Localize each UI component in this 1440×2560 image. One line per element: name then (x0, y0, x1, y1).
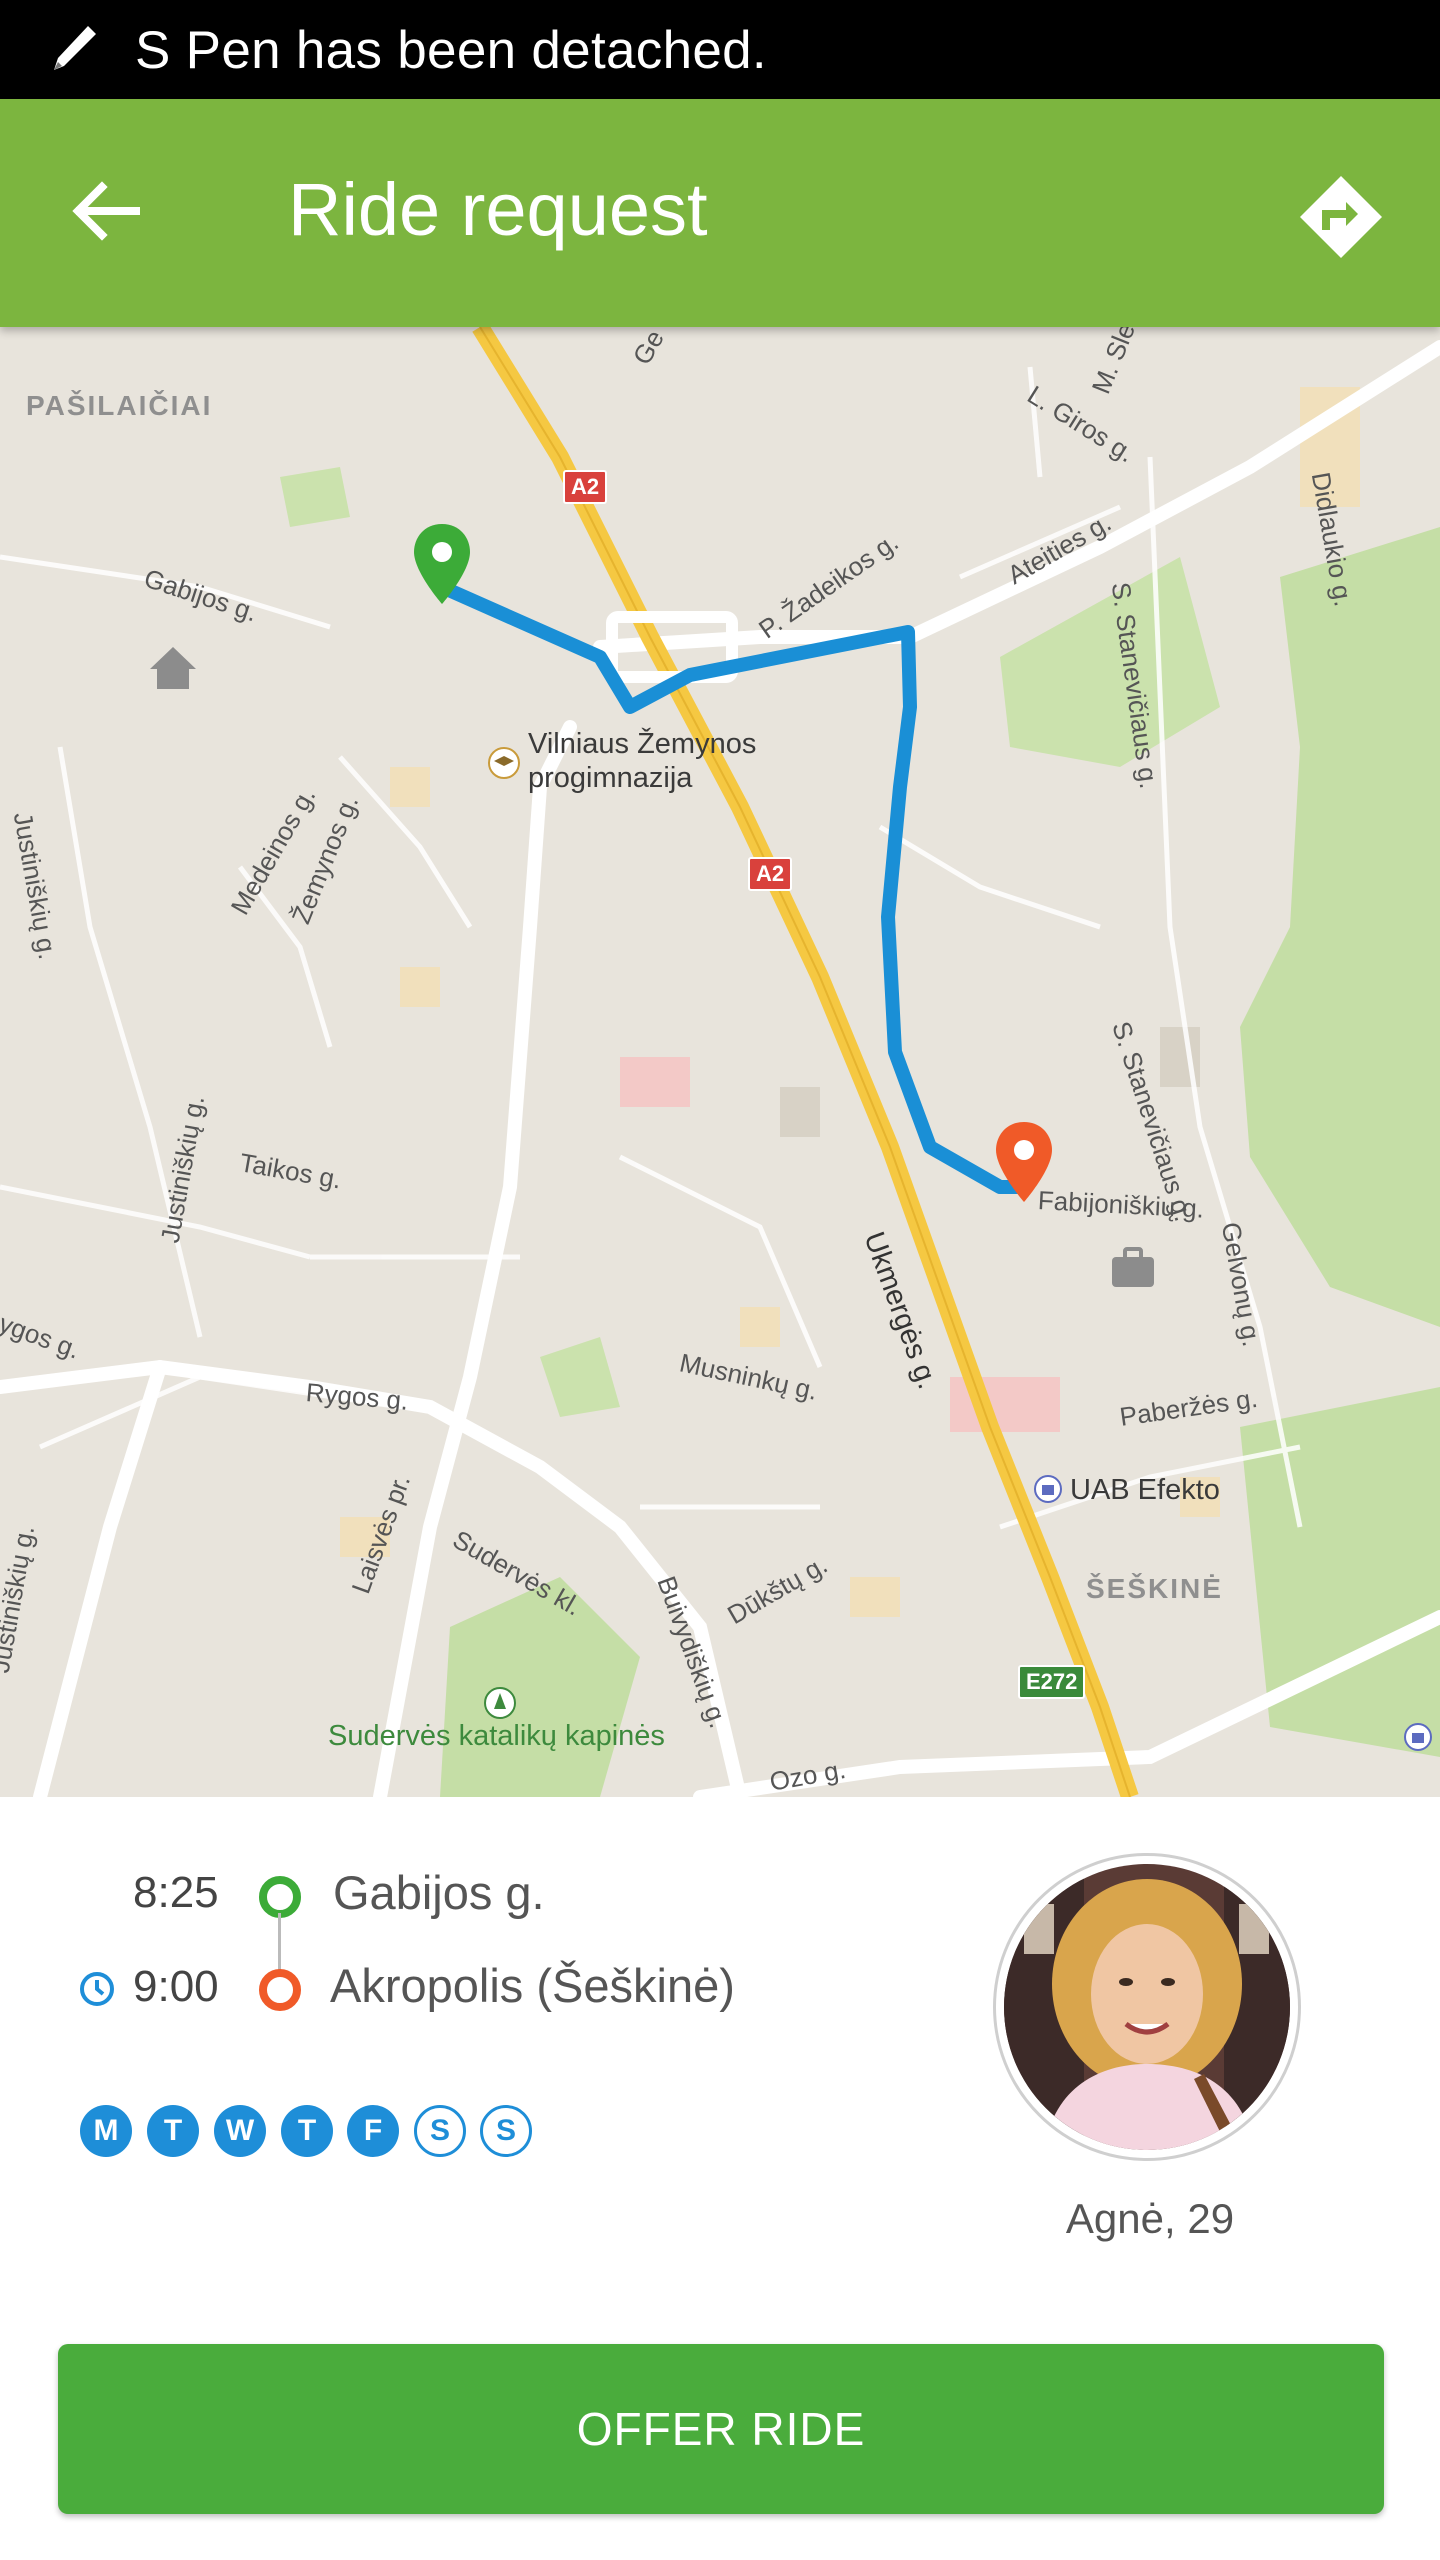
map-label: ŠEŠKINĖ (1086, 1573, 1223, 1604)
briefcase-icon (1112, 1247, 1154, 1287)
directions-icon[interactable] (1296, 172, 1386, 262)
avatar[interactable] (1004, 1864, 1290, 2150)
offer-ride-button[interactable]: OFFER RIDE (58, 2344, 1384, 2514)
driver-name: Agnė, 29 (1065, 2195, 1235, 2242)
day-wednesday[interactable]: W (214, 2105, 266, 2157)
app-bar: Ride request (0, 99, 1440, 327)
school-icon (488, 747, 520, 779)
day-saturday[interactable]: S (414, 2105, 466, 2157)
day-sunday[interactable]: S (480, 2105, 532, 2157)
status-message: S Pen has been detached. (135, 21, 767, 80)
road-badge-a2: A2 (748, 857, 793, 891)
day-tuesday[interactable]: T (147, 2105, 199, 2157)
map-label: PAŠILAIČIAI (26, 390, 213, 421)
start-time: 8:25 (133, 1868, 219, 1917)
offer-ride-label: OFFER RIDE (576, 2403, 866, 2455)
road-badge-e272: E272 (1018, 1665, 1086, 1699)
start-pin-icon[interactable] (410, 522, 474, 610)
road-badge-a2: A2 (563, 470, 608, 504)
day-friday[interactable]: F (347, 2105, 399, 2157)
pen-icon (54, 26, 96, 70)
back-arrow-icon[interactable] (66, 171, 146, 251)
map-label: Sudervės katalikų kapinės (328, 1720, 665, 1752)
page-title: Ride request (288, 168, 708, 251)
start-dot-icon (259, 1876, 301, 1918)
end-place: Akropolis (Šeškinė) (330, 1959, 735, 2012)
shop-icon (1034, 1475, 1062, 1503)
cemetery-icon (484, 1687, 516, 1719)
map-label-school: Vilniaus Žemynos progimnazija (528, 728, 757, 794)
end-time: 9:00 (133, 1962, 219, 2011)
route-map[interactable]: A2 A2 E272 PAŠILAIČIAI Gabijos g. Justin… (0, 327, 1440, 1797)
home-icon (150, 647, 196, 689)
end-dot-icon (259, 1969, 301, 2011)
status-bar: S Pen has been detached. (0, 0, 1440, 99)
shop-icon (1404, 1723, 1432, 1751)
day-monday[interactable]: M (80, 2105, 132, 2157)
map-label: UAB Efekto (1070, 1474, 1220, 1506)
clock-icon (80, 1972, 114, 2006)
start-place: Gabijos g. (333, 1866, 545, 1919)
day-thursday[interactable]: T (281, 2105, 333, 2157)
